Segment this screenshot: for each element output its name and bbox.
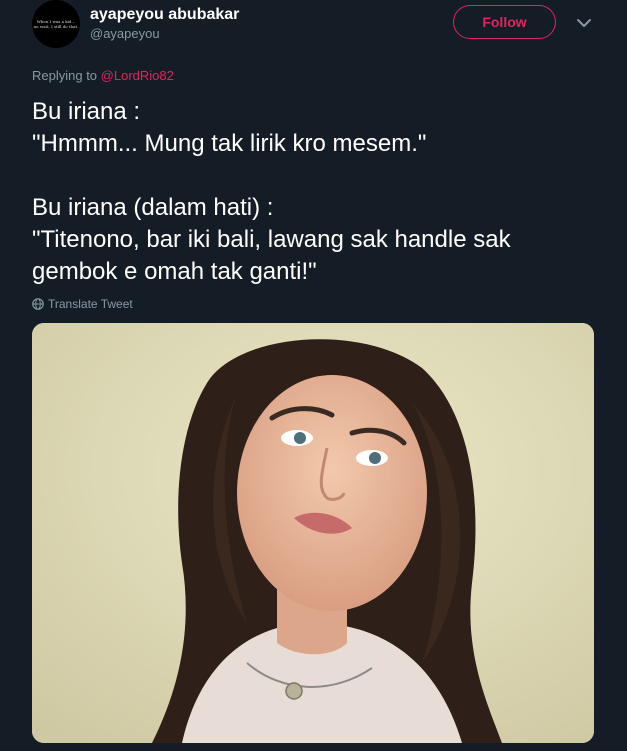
tweet-text-line: "Titenono, bar iki bali, lawang sak hand… xyxy=(32,226,511,253)
author-display-name[interactable]: ayapeyou abubakar xyxy=(90,6,239,24)
tweet-text-line: gembok e omah tak ganti!" xyxy=(32,258,317,285)
photo-illustration xyxy=(32,323,594,743)
replying-prefix: Replying to xyxy=(32,68,98,83)
tweet-text-line: Bu iriana (dalam hati) : xyxy=(32,194,274,221)
tweet-text: Bu iriana : "Hmmm... Mung tak lirik kro … xyxy=(32,96,612,288)
tweet-text-line: Bu iriana : xyxy=(32,98,141,125)
follow-button[interactable]: Follow xyxy=(453,5,556,39)
replying-to: Replying to @LordRio82 xyxy=(32,68,174,84)
chevron-down-icon[interactable] xyxy=(575,16,593,30)
translate-tweet-link[interactable]: Translate Tweet xyxy=(32,296,133,312)
translate-label: Translate Tweet xyxy=(48,297,133,311)
replying-handle-link[interactable]: @LordRio82 xyxy=(101,68,174,83)
tweet-photo[interactable] xyxy=(32,323,594,743)
globe-icon xyxy=(32,298,44,310)
avatar-text-line-2: no wait, I still do that. xyxy=(33,24,79,29)
author-username[interactable]: @ayapeyou xyxy=(90,26,160,42)
tweet-text-line: "Hmmm... Mung tak lirik kro mesem." xyxy=(32,130,427,157)
tweet-card: When I was a kid... no wait, I still do … xyxy=(0,0,627,751)
avatar[interactable]: When I was a kid... no wait, I still do … xyxy=(32,0,80,48)
